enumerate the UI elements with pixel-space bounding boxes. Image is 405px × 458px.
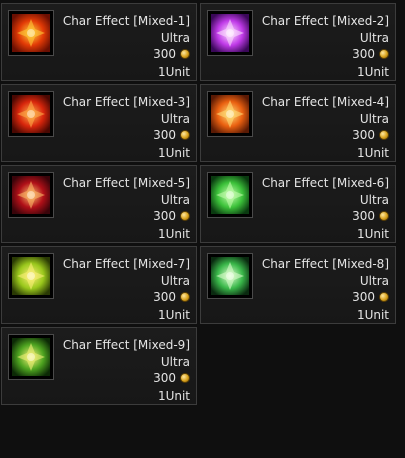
item-name: Char Effect [Mixed-1] [62,14,190,28]
price-row: 300 [153,290,190,304]
fire-burst-icon [12,14,50,52]
item-icon-frame[interactable] [207,91,253,137]
price-row: 300 [352,209,389,223]
item-name: Char Effect [Mixed-3] [62,95,190,109]
purple-star-icon [211,14,249,52]
item-card-3[interactable]: Char Effect [Mixed-3] Ultra 300 1Unit [1,84,197,162]
item-unit: 1Unit [356,146,389,160]
item-name: Char Effect [Mixed-4] [261,95,389,109]
item-grade: Ultra [160,274,190,288]
item-name: Char Effect [Mixed-8] [261,257,389,271]
price-row: 300 [352,47,389,61]
item-card-7[interactable]: Char Effect [Mixed-7] Ultra 300 1Unit [1,246,197,324]
price-row: 300 [352,128,389,142]
coin-icon [379,130,389,140]
item-icon-frame[interactable] [8,10,54,56]
item-icon-frame[interactable] [8,334,54,380]
crimson-trident-icon [12,176,50,214]
item-name: Char Effect [Mixed-9] [62,338,190,352]
item-icon-frame[interactable] [207,253,253,299]
phoenix-flame-icon [211,95,249,133]
item-price: 300 [153,371,176,385]
item-unit: 1Unit [356,227,389,241]
item-name: Char Effect [Mixed-5] [62,176,190,190]
item-grid: Char Effect [Mixed-1] Ultra 300 1Unit Char E… [0,0,405,458]
item-name: Char Effect [Mixed-7] [62,257,190,271]
item-grade: Ultra [160,112,190,126]
price-row: 300 [153,47,190,61]
item-card-2[interactable]: Char Effect [Mixed-2] Ultra 300 1Unit [200,3,396,81]
item-grade: Ultra [359,112,389,126]
item-unit: 1Unit [356,65,389,79]
item-unit: 1Unit [157,389,190,403]
item-unit: 1Unit [157,146,190,160]
item-unit: 1Unit [157,227,190,241]
item-price: 300 [352,290,375,304]
coin-icon [379,292,389,302]
item-price: 300 [153,290,176,304]
coin-icon [379,49,389,59]
item-icon-frame[interactable] [8,253,54,299]
coin-icon [180,130,190,140]
item-icon-frame[interactable] [207,172,253,218]
item-name: Char Effect [Mixed-2] [261,14,389,28]
item-card-8[interactable]: Char Effect [Mixed-8] Ultra 300 1Unit [200,246,396,324]
item-grade: Ultra [359,31,389,45]
item-price: 300 [153,47,176,61]
item-unit: 1Unit [157,308,190,322]
item-grade: Ultra [359,274,389,288]
item-price: 300 [153,128,176,142]
coin-icon [180,49,190,59]
coin-icon [180,373,190,383]
item-grade: Ultra [160,31,190,45]
item-card-5[interactable]: Char Effect [Mixed-5] Ultra 300 1Unit [1,165,197,243]
red-swirl-icon [12,95,50,133]
price-row: 300 [352,290,389,304]
item-icon-frame[interactable] [207,10,253,56]
item-card-9[interactable]: Char Effect [Mixed-9] Ultra 300 1Unit [1,327,197,405]
green-gold-trident-icon [12,338,50,376]
item-price: 300 [352,47,375,61]
item-price: 300 [352,209,375,223]
price-row: 300 [153,128,190,142]
item-price: 300 [352,128,375,142]
item-card-4[interactable]: Char Effect [Mixed-4] Ultra 300 1Unit [200,84,396,162]
price-row: 300 [153,209,190,223]
coin-icon [379,211,389,221]
item-price: 300 [153,209,176,223]
price-row: 300 [153,371,190,385]
green-phoenix-icon [211,257,249,295]
item-card-6[interactable]: Char Effect [Mixed-6] Ultra 300 1Unit [200,165,396,243]
coin-icon [180,292,190,302]
item-grade: Ultra [359,193,389,207]
item-icon-frame[interactable] [8,91,54,137]
yellow-green-trident-icon [12,257,50,295]
item-card-1[interactable]: Char Effect [Mixed-1] Ultra 300 1Unit [1,3,197,81]
coin-icon [180,211,190,221]
green-cloud-icon [211,176,249,214]
item-grade: Ultra [160,193,190,207]
item-icon-frame[interactable] [8,172,54,218]
item-unit: 1Unit [157,65,190,79]
item-unit: 1Unit [356,308,389,322]
item-grade: Ultra [160,355,190,369]
item-name: Char Effect [Mixed-6] [261,176,389,190]
